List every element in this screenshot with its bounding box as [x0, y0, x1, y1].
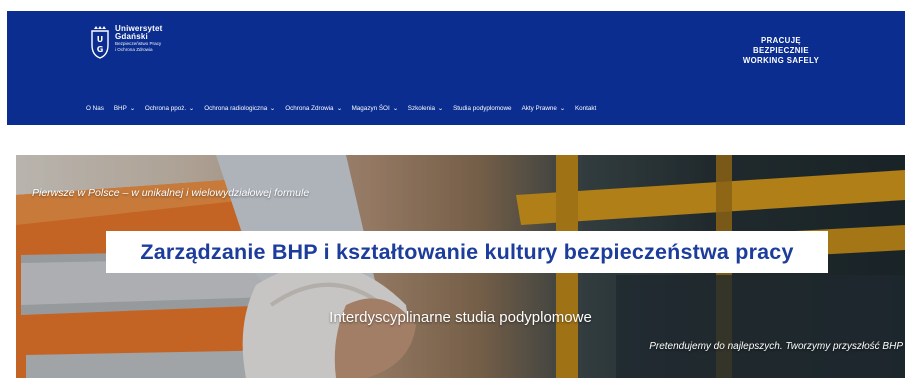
nav-item-ochrona-ppoz[interactable]: Ochrona ppoż. ⌄ [144, 105, 195, 112]
svg-text:G: G [97, 45, 104, 54]
nav-label: BHP [113, 105, 127, 112]
hero-kicker: Pierwsze w Polsce – w unikalnej i wielow… [32, 187, 310, 199]
nav-item-o-nas[interactable]: O Nas [86, 105, 104, 112]
nav-label: Ochrona radiologiczna [204, 105, 268, 112]
university-logo[interactable]: U G Uniwersytet Gdański Bezpieczeństwo P… [89, 25, 163, 59]
nav-label: Studia podyplomowe [453, 105, 512, 112]
logo-city: Gdański [115, 32, 148, 41]
site-header: U G Uniwersytet Gdański Bezpieczeństwo P… [7, 11, 905, 125]
nav-label: Ochrona ppoż. [144, 105, 187, 112]
logo-unit-line1: Bezpieczeństwo Pracy [115, 41, 162, 46]
nav-item-studia-podyplomowe[interactable]: Studia podyplomowe [453, 105, 511, 112]
chevron-down-icon: ⌄ [188, 106, 195, 112]
chevron-down-icon: ⌄ [269, 106, 276, 112]
nav-item-kontakt[interactable]: Kontakt [575, 105, 596, 112]
chevron-down-icon: ⌄ [392, 106, 399, 112]
hero-title-box: Zarządzanie BHP i kształtowanie kultury … [106, 231, 828, 273]
hero-title: Zarządzanie BHP i kształtowanie kultury … [140, 239, 794, 264]
hero-slogan: Pretendujemy do najlepszych. Tworzymy pr… [649, 341, 903, 352]
chevron-down-icon: ⌄ [129, 106, 136, 112]
main-nav: O Nas BHP ⌄ Ochrona ppoż. ⌄ Ochrona radiol… [86, 105, 606, 112]
nav-item-ochrona-zdrowia[interactable]: Ochrona Zdrowia ⌄ [285, 105, 343, 112]
nav-item-bhp[interactable]: BHP ⌄ [114, 105, 135, 112]
hero-banner: Pierwsze w Polsce – w unikalnej i wielow… [16, 155, 905, 378]
chevron-down-icon: ⌄ [437, 106, 444, 112]
tagline-line-1: PRACUJĘ [760, 36, 802, 45]
nav-label: Szkolenia [407, 105, 436, 112]
logo-unit-line2: i Ochrona Zdrowia [115, 46, 153, 52]
tagline: PRACUJĘ BEZPIECZNIE WORKING SAFELY [721, 36, 841, 66]
svg-text:U: U [97, 35, 104, 44]
nav-label: Akty Prawne [521, 105, 557, 112]
chevron-down-icon: ⌄ [336, 106, 343, 112]
university-crest-icon: U G [91, 26, 109, 59]
nav-label: Ochrona Zdrowia [285, 105, 334, 112]
nav-label: Magazyn ŚOI [351, 105, 390, 112]
nav-label: Kontakt [574, 105, 597, 112]
nav-item-akty-prawne[interactable]: Akty Prawne ⌄ [521, 105, 566, 112]
nav-item-szkolenia[interactable]: Szkolenia ⌄ [407, 105, 444, 112]
tagline-line-2: BEZPIECZNIE [753, 46, 809, 55]
nav-label: O Nas [86, 105, 104, 112]
nav-item-magazyn-soi[interactable]: Magazyn ŚOI ⌄ [351, 105, 399, 112]
nav-item-ochrona-radiologiczna[interactable]: Ochrona radiologiczna ⌄ [204, 105, 276, 112]
tagline-line-3: WORKING SAFELY [742, 56, 820, 65]
chevron-down-icon: ⌄ [559, 106, 566, 112]
hero-subtitle: Interdyscyplinarne studia podyplomowe [329, 309, 592, 326]
